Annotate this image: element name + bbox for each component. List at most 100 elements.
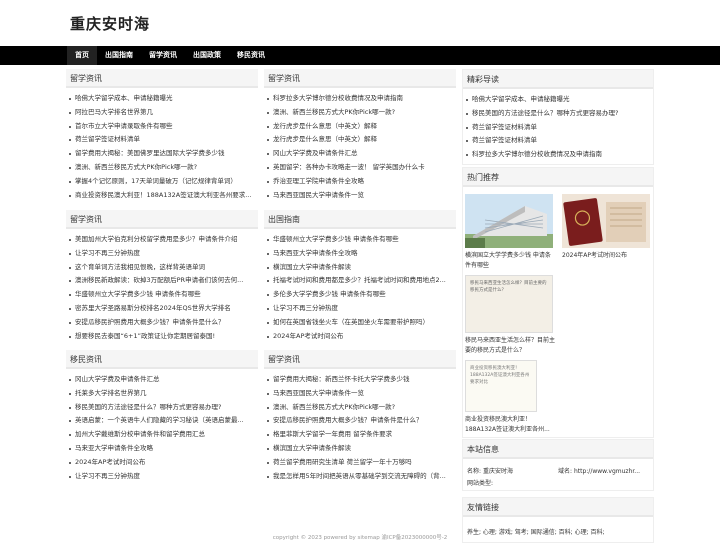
list-item[interactable]: 首尔市立大学申请录取条件有哪些 bbox=[68, 120, 258, 134]
list-item[interactable]: 荷兰留学签证材料清单 bbox=[465, 134, 653, 148]
section-study-4: 留学资讯 留学费用大揭秘：新西兰怀卡托大学学费多少钱 马来西亚国民大学申请条件一览… bbox=[264, 350, 456, 483]
list-item[interactable]: 掌握4个记忆原则，17天单词量破万（记忆规律背单词） bbox=[68, 175, 258, 189]
list-item[interactable]: 科罗拉多大学博尔德分校收费情况及申请指南 bbox=[266, 92, 456, 106]
list-item[interactable]: 龙行虎步是什么意思（中英文）解释 bbox=[266, 133, 456, 147]
thumb-text: 移民马来西亚生活怎么样？目前主要的移民方式是什么？ bbox=[465, 275, 553, 333]
section-title[interactable]: 移民资讯 bbox=[66, 350, 258, 369]
site-domain-row: 域名: http://www.vgmuzhr... bbox=[558, 466, 649, 475]
hot-caption[interactable]: 移民马来西亚生活怎么样？目前主要的移民方式是什么？ bbox=[465, 336, 556, 358]
sidebar-featured: 精彩导读 哈佛大学留学成本、申请秘籍曝光 移民美国的方法途径是什么？哪种方式更容易… bbox=[462, 69, 654, 165]
section-title[interactable]: 留学资讯 bbox=[264, 69, 456, 88]
list-item[interactable]: 冈山大学学费及申请条件汇总 bbox=[68, 373, 258, 387]
site-category-row: 网站类型: bbox=[467, 478, 558, 487]
list-item[interactable]: 英国留学：各种办卡攻略走一波！ 留学英国办什么卡 bbox=[266, 161, 456, 175]
list-item[interactable]: 哈佛大学留学成本、申请秘籍曝光 bbox=[465, 93, 653, 107]
hot-caption[interactable]: 商业投资移民澳大利亚！188A132A签证澳大利亚各州... bbox=[465, 415, 556, 437]
hot-item[interactable] bbox=[562, 273, 653, 358]
list-item[interactable]: 英语启蒙：一个英语牛人们隐藏的学习秘诀（英语启蒙最... bbox=[68, 414, 258, 428]
hot-item[interactable]: 商业投资移民澳大利亚！188A132A签证澳大利亚各州要求对比 商业投资移民澳大… bbox=[465, 360, 556, 437]
list-item[interactable]: 龙行虎步是什么意思（中英文）解释 bbox=[266, 120, 456, 134]
list-item[interactable]: 托莱多大学排名世界第几 bbox=[68, 387, 258, 401]
list-item[interactable]: 如何在英国省钱坐火车（在英国坐火车需要带护照吗） bbox=[266, 316, 456, 330]
domain-label: 域名: bbox=[558, 468, 573, 475]
section-title[interactable]: 留学资讯 bbox=[264, 350, 456, 369]
list-item[interactable]: 格里菲斯大学留学一年费用 留学条件要求 bbox=[266, 428, 456, 442]
list-item[interactable]: 澳洲、新西兰移民方式大PK你Pick哪一款? bbox=[266, 401, 456, 415]
list-item[interactable]: 2024年AP考试时间公布 bbox=[266, 330, 456, 344]
sidebar-about: 本站信息 名称: 重庆安时海 域名: http://www.vgmuzhr...… bbox=[462, 439, 654, 491]
hot-title: 热门推荐 bbox=[463, 168, 653, 187]
list-item[interactable]: 马来西亚国民大学申请条件一览 bbox=[266, 189, 456, 203]
article-list: 哈佛大学留学成本、申请秘籍曝光 阿拉巴马大学排名世界第几 首尔市立大学申请录取条件有… bbox=[66, 92, 258, 202]
list-item[interactable]: 这个育单词方法我相见恨晚，这样背英语单词 bbox=[68, 261, 258, 275]
list-item[interactable]: 荷兰留学签证材料清单 bbox=[465, 121, 653, 135]
list-item[interactable]: 乔治亚理工学院申请条件全攻略 bbox=[266, 175, 456, 189]
list-item[interactable]: 马来亚大学申请条件全攻略 bbox=[68, 442, 258, 456]
list-item[interactable]: 多伦多大学学费多少钱 申请条件有哪些 bbox=[266, 288, 456, 302]
list-item[interactable]: 华盛顿州立大学学费多少钱 申请条件有哪些 bbox=[266, 233, 456, 247]
list-item[interactable]: 让学习不再三分钟热度 bbox=[266, 302, 456, 316]
hot-item[interactable]: 移民马来西亚生活怎么样？目前主要的移民方式是什么？ 移民马来西亚生活怎么样？目前… bbox=[465, 275, 556, 358]
list-item[interactable]: 科罗拉多大学博尔德分校收费情况及申请指南 bbox=[465, 148, 653, 162]
list-item[interactable]: 横滨国立大学申请条件解读 bbox=[266, 261, 456, 275]
list-item[interactable]: 阿拉巴马大学排名世界第几 bbox=[68, 106, 258, 120]
hot-caption[interactable]: 横滨国立大学学费多少钱 申请条件有哪些 bbox=[465, 251, 556, 273]
list-item[interactable]: 马来西亚大学申请条件全攻略 bbox=[266, 247, 456, 261]
featured-list: 哈佛大学留学成本、申请秘籍曝光 移民美国的方法途径是什么？哪种方式更容易办理? 荷兰… bbox=[463, 93, 653, 164]
nav-home[interactable]: 首页 bbox=[67, 46, 97, 65]
hot-grid: 横滨国立大学学费多少钱 申请条件有哪些 2024年AP考试时间公布 移民马来西亚… bbox=[463, 191, 653, 437]
list-item[interactable]: 澳洲移民新政解读：砍掉3万配额后PR申请者们该何去何... bbox=[68, 274, 258, 288]
list-item[interactable]: 留学费用大揭秘：新西兰怀卡托大学学费多少钱 bbox=[266, 373, 456, 387]
site-info: 名称: 重庆安时海 域名: http://www.vgmuzhr... 网站类型… bbox=[463, 463, 653, 490]
list-item[interactable]: 冈山大学学费及申请条件汇总 bbox=[266, 147, 456, 161]
list-item[interactable]: 想要移民去泰国“6+1”政策证让你定期居留泰国! bbox=[68, 330, 258, 344]
list-item[interactable]: 澳洲、新西兰移民方式大PK你Pick哪一款? bbox=[266, 106, 456, 120]
list-item[interactable]: 荷兰留学签证材料清单 bbox=[68, 133, 258, 147]
section-title[interactable]: 留学资讯 bbox=[66, 69, 258, 88]
nav-study[interactable]: 留学资讯 bbox=[141, 46, 185, 65]
list-item[interactable]: 澳洲、新西兰移民方式大PK你Pick哪一款? bbox=[68, 161, 258, 175]
list-item[interactable]: 2024年AP考试时间公布 bbox=[68, 456, 258, 470]
list-item[interactable]: 让学习不再三分钟热度 bbox=[68, 247, 258, 261]
list-item[interactable]: 托福考试时间和费用都是多少？托福考试时间和费用地点2... bbox=[266, 274, 456, 288]
list-item[interactable]: 移民美国的方法途径是什么？哪种方式更容易办理? bbox=[465, 107, 653, 121]
document-photo-icon[interactable]: 商业投资移民澳大利亚！188A132A签证澳大利亚各州要求对比 bbox=[465, 360, 537, 412]
list-item[interactable]: 商业投资移民澳大利亚！188A132A签证澳大利亚各州要求... bbox=[68, 189, 258, 203]
building-photo-icon[interactable] bbox=[465, 194, 553, 248]
list-item[interactable]: 荷兰留学费用研究生清单 荷兰留学一年十万够吗 bbox=[266, 456, 456, 470]
list-item[interactable]: 美国加州大学伯克利分校留学费用是多少？申请条件介绍 bbox=[68, 233, 258, 247]
hot-caption[interactable]: 2024年AP考试时间公布 bbox=[562, 251, 653, 273]
featured-title: 精彩导读 bbox=[463, 70, 653, 89]
domain-value[interactable]: http://www.vgmuzhr... bbox=[574, 468, 640, 475]
list-item[interactable]: 安提瓜移民护照费用大概多少钱？申请条件是什么？ bbox=[68, 316, 258, 330]
article-list: 华盛顿州立大学学费多少钱 申请条件有哪些 马来西亚大学申请条件全攻略 横滨国立大学申… bbox=[264, 233, 456, 343]
nav-policy[interactable]: 出国政策 bbox=[185, 46, 229, 65]
article-list: 留学费用大揭秘：新西兰怀卡托大学学费多少钱 马来西亚国民大学申请条件一览 澳洲、新西… bbox=[264, 373, 456, 483]
list-item[interactable]: 马来西亚国民大学申请条件一览 bbox=[266, 387, 456, 401]
nav-immigration[interactable]: 移民资讯 bbox=[229, 46, 273, 65]
list-item[interactable]: 让学习不再三分钟热度 bbox=[68, 470, 258, 484]
list-item[interactable]: 密苏里大学圣路易斯分校排名2024年QS世界大学排名 bbox=[68, 302, 258, 316]
article-list: 科罗拉多大学博尔德分校收费情况及申请指南 澳洲、新西兰移民方式大PK你Pick哪一… bbox=[264, 92, 456, 202]
list-item[interactable]: 加州大学戴维斯分校申请条件和留学费用汇总 bbox=[68, 428, 258, 442]
site-title[interactable]: 重庆安时海 bbox=[70, 13, 150, 34]
links-title: 友情链接 bbox=[463, 498, 653, 517]
nav-guide[interactable]: 出国指南 bbox=[97, 46, 141, 65]
list-item[interactable]: 安提瓜移民护照费用大概多少钱？申请条件是什么？ bbox=[266, 414, 456, 428]
main-nav: 首页 出国指南 留学资讯 出国政策 移民资讯 bbox=[0, 46, 720, 65]
hot-item[interactable]: 2024年AP考试时间公布 bbox=[562, 194, 653, 273]
article-list: 美国加州大学伯克利分校留学费用是多少？申请条件介绍 让学习不再三分钟热度 这个育单词… bbox=[66, 233, 258, 343]
list-item[interactable]: 华盛顿州立大学学费多少钱 申请条件有哪些 bbox=[68, 288, 258, 302]
section-title[interactable]: 留学资讯 bbox=[66, 210, 258, 229]
list-item[interactable]: 哈佛大学留学成本、申请秘籍曝光 bbox=[68, 92, 258, 106]
document-photo-icon[interactable]: 移民马来西亚生活怎么样？目前主要的移民方式是什么？ bbox=[465, 275, 553, 333]
section-title[interactable]: 出国指南 bbox=[264, 210, 456, 229]
list-item[interactable]: 移民美国的方法途径是什么？哪种方式更容易办理? bbox=[68, 401, 258, 415]
article-list: 冈山大学学费及申请条件汇总 托莱多大学排名世界第几 移民美国的方法途径是什么？哪种方… bbox=[66, 373, 258, 483]
list-item[interactable]: 横滨国立大学申请条件解读 bbox=[266, 442, 456, 456]
list-item[interactable]: 留学费用大揭秘：美国佛罗里达国际大学学费多少钱 bbox=[68, 147, 258, 161]
list-item[interactable]: 我是怎样用5年时间把英语从零基础学到交流无障碍的（背... bbox=[266, 470, 456, 484]
passport-photo-icon[interactable] bbox=[562, 194, 650, 248]
section-study-1: 留学资讯 哈佛大学留学成本、申请秘籍曝光 阿拉巴马大学排名世界第几 首尔市立大学申请… bbox=[66, 69, 258, 202]
hot-item[interactable]: 横滨国立大学学费多少钱 申请条件有哪些 bbox=[465, 194, 556, 273]
